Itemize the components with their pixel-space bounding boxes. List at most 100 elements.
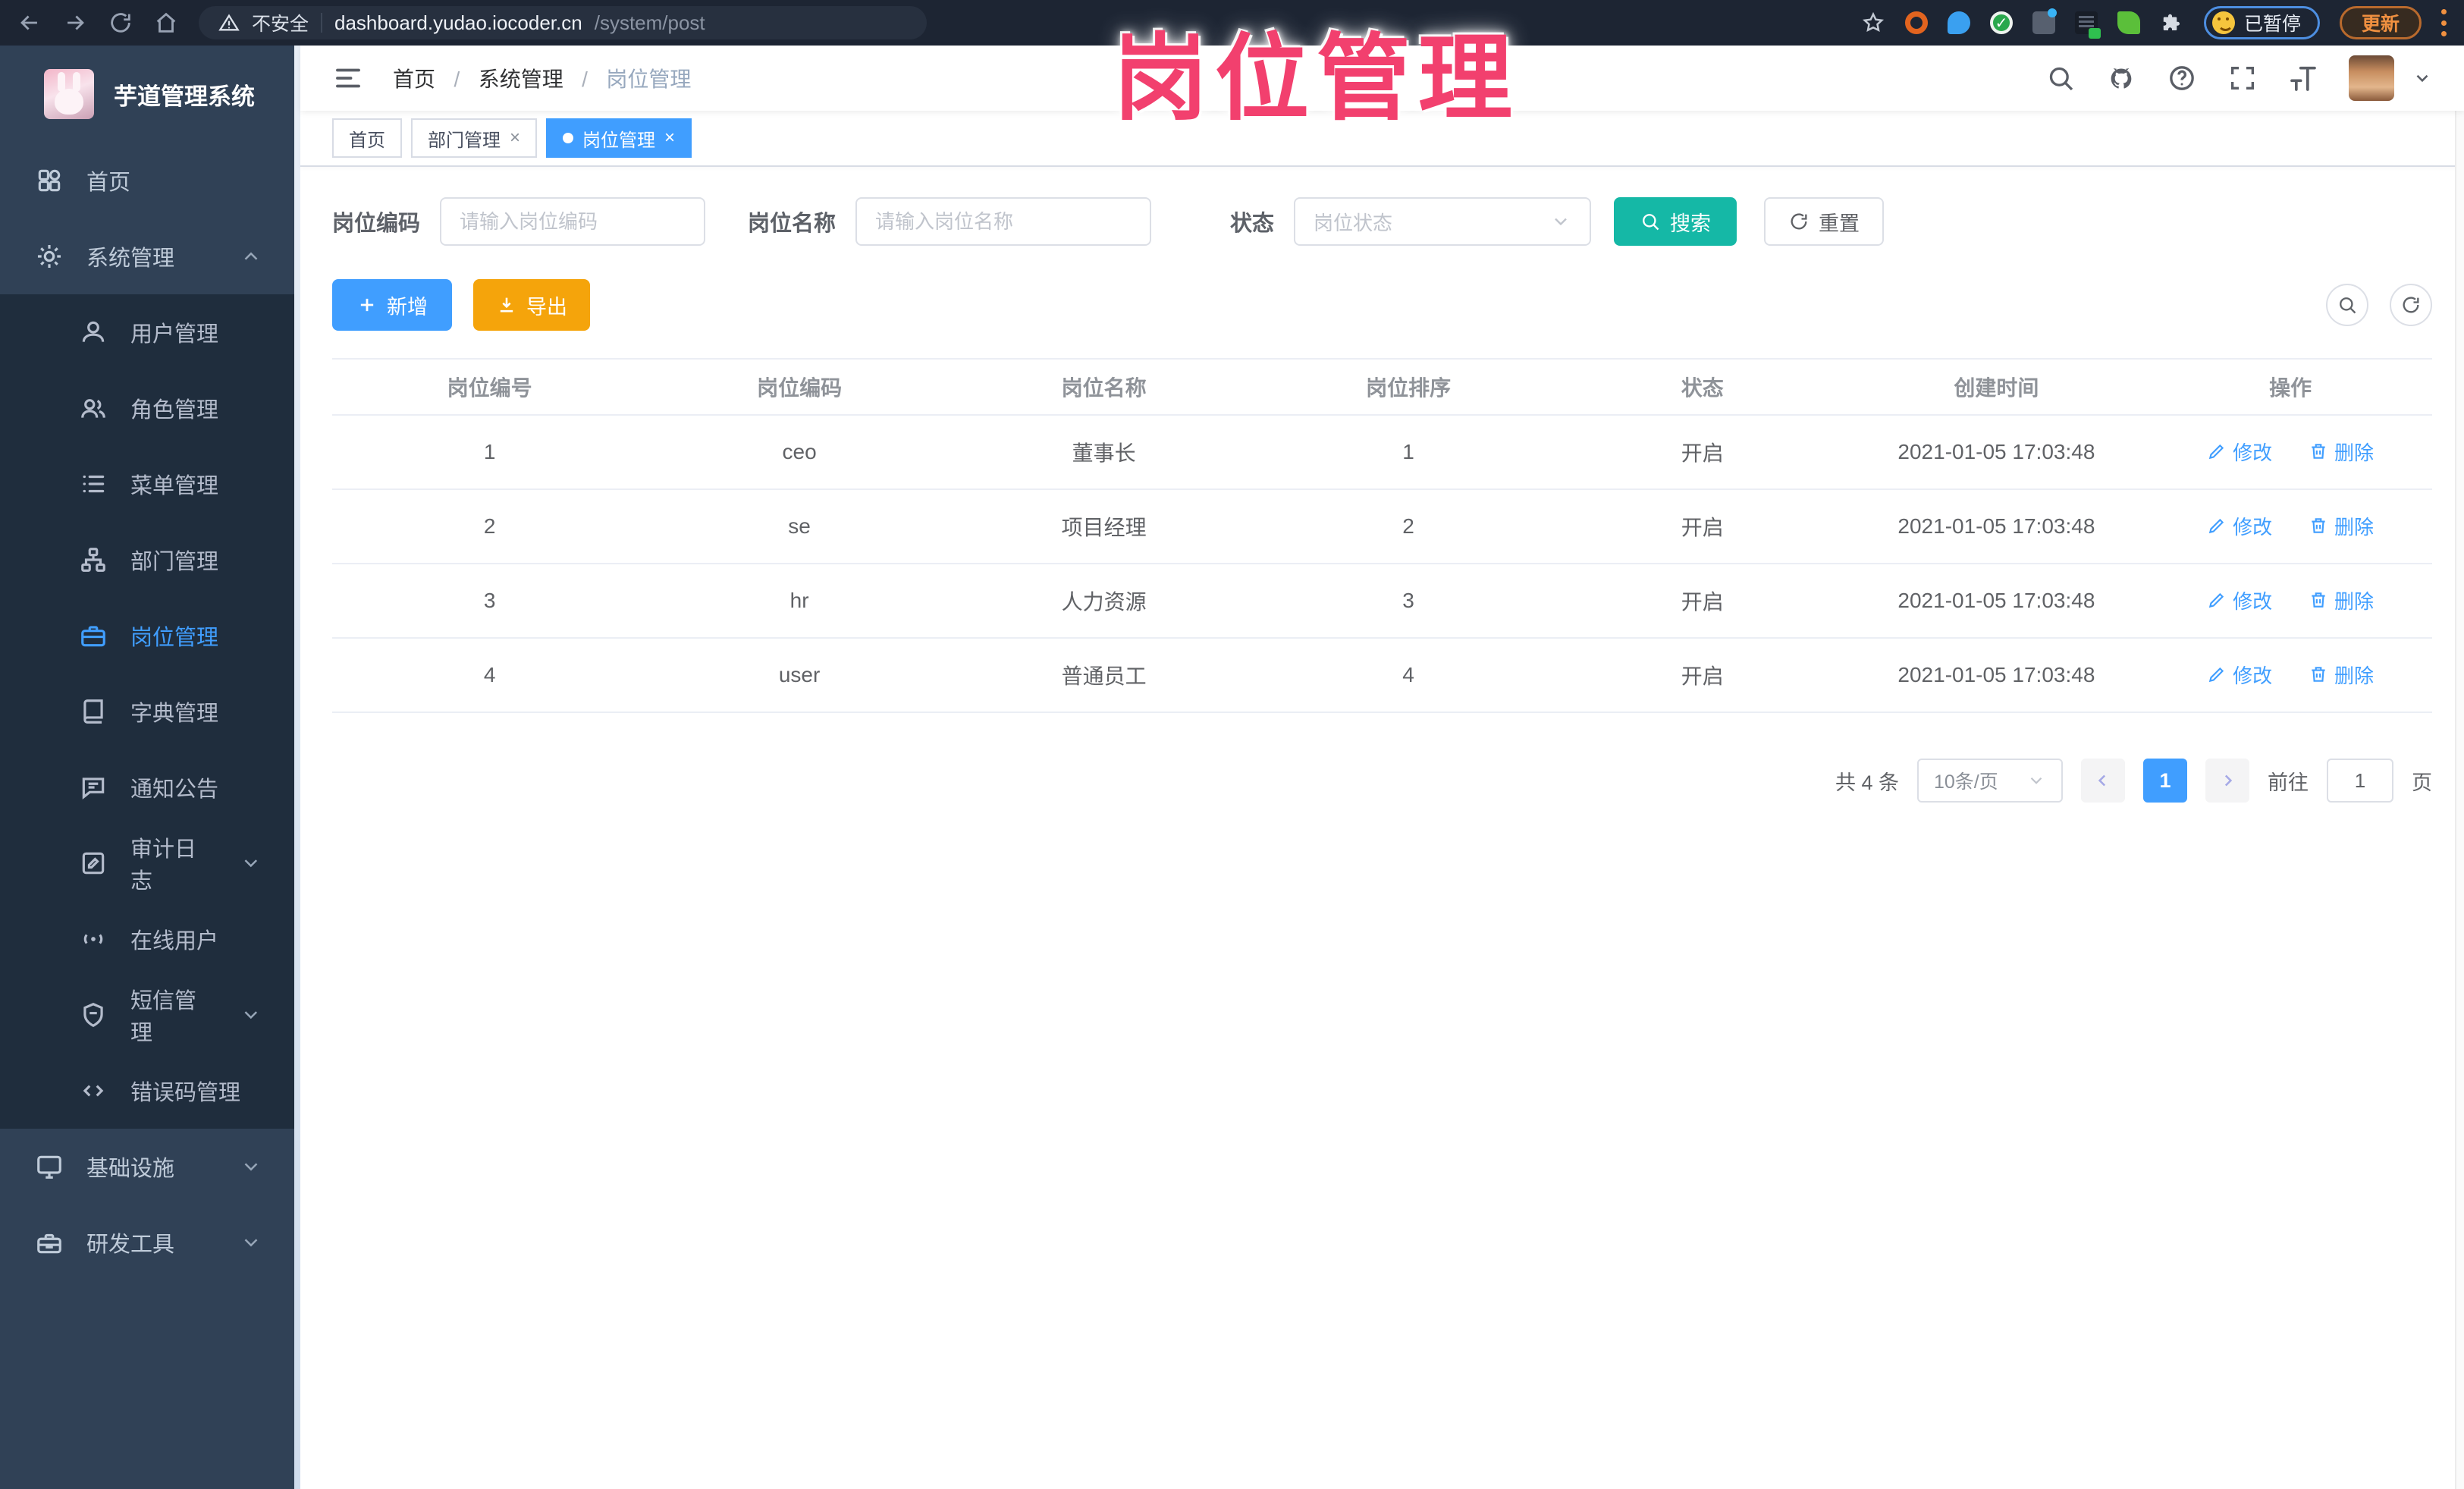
sidebar-item-notices[interactable]: 通知公告 [0,749,294,825]
user-avatar[interactable] [2349,55,2394,101]
cell-sort: 2 [1256,489,1561,564]
extension-icon[interactable]: ✓ [1989,11,2013,34]
toolbox-icon [35,1228,64,1257]
add-button[interactable]: 新增 [332,279,452,331]
monitor-icon [35,1152,64,1181]
page-scrollbar[interactable] [2455,46,2464,1489]
tab-departments[interactable]: 部门管理 × [411,118,538,158]
extension-icon[interactable] [2117,11,2140,34]
reload-icon[interactable] [108,10,133,36]
extension-icon[interactable] [1904,11,1928,34]
github-icon[interactable] [2106,63,2136,93]
extensions-puzzle-icon[interactable] [2160,11,2184,35]
page-size-select[interactable]: 10条/页 [1917,759,2063,803]
breadcrumb: 首页 / 系统管理 / 岗位管理 [393,63,691,93]
sidebar-item-sms[interactable]: 短信管理 [0,977,294,1053]
sidebar-item-dictionary[interactable]: 字典管理 [0,674,294,749]
sidebar-item-label: 系统管理 [86,247,175,271]
chevron-down-icon [240,852,262,875]
font-size-icon[interactable] [2288,63,2318,93]
sidebar-item-roles[interactable]: 角色管理 [0,370,294,446]
help-icon[interactable] [2167,63,2197,93]
breadcrumb-system[interactable]: 系统管理 [479,68,563,91]
tab-posts[interactable]: 岗位管理 × [546,118,692,158]
search-icon[interactable] [2045,63,2076,93]
sidebar-item-devtools[interactable]: 研发工具 [0,1205,294,1280]
post-name-label: 岗位名称 [748,212,837,236]
forward-icon[interactable] [62,10,88,36]
post-name-input[interactable] [855,197,1152,246]
breadcrumb-current: 岗位管理 [606,68,692,91]
sidebar-item-infrastructure[interactable]: 基础设施 [0,1129,294,1205]
tab-label: 部门管理 [428,130,501,151]
delete-link[interactable]: 删除 [2309,512,2374,540]
goto-page-input[interactable] [2327,759,2393,803]
sidebar-item-departments[interactable]: 部门管理 [0,522,294,598]
sidebar-item-menus[interactable]: 菜单管理 [0,446,294,522]
sidebar-item-users[interactable]: 用户管理 [0,294,294,370]
caret-down-icon[interactable] [2412,68,2432,88]
sidebar-item-home[interactable]: 首页 [0,143,294,218]
delete-link[interactable]: 删除 [2309,661,2374,689]
app-logo-row[interactable]: 芋道管理系统 [0,46,294,143]
address-bar[interactable]: 不安全 dashboard.yudao.iocoder.cn/system/po… [199,6,927,39]
chevron-down-icon [240,1155,262,1178]
fullscreen-icon[interactable] [2227,63,2258,93]
sidebar-item-label: 角色管理 [130,398,219,423]
close-icon[interactable]: × [664,129,675,147]
browser-menu-icon[interactable] [2441,9,2447,36]
close-icon[interactable]: × [510,129,520,147]
edit-link[interactable]: 修改 [2207,661,2272,689]
delete-link[interactable]: 删除 [2309,438,2374,466]
browser-home-icon[interactable] [153,10,179,36]
extension-icon[interactable] [2032,8,2057,34]
reset-button[interactable]: 重置 [1764,197,1885,246]
next-page-button[interactable] [2205,759,2249,803]
sidebar-item-error-codes[interactable]: 错误码管理 [0,1053,294,1129]
edit-link[interactable]: 修改 [2207,512,2272,540]
hamburger-icon[interactable] [332,62,364,94]
cell-name: 普通员工 [951,638,1257,713]
profile-paused-badge[interactable]: 已暂停 [2203,6,2320,39]
search-button[interactable]: 搜索 [1614,197,1737,246]
sidebar-scrollbar[interactable] [294,46,300,1489]
trash-icon [2312,518,2325,533]
col-post-code: 岗位编码 [647,359,952,416]
content-area: 岗位编码 岗位名称 状态 岗位状态 搜索 重置 [300,167,2464,1489]
breadcrumb-home[interactable]: 首页 [393,68,435,91]
announcement-icon [79,773,108,802]
security-label: 不安全 [252,14,309,35]
bookmark-star-icon[interactable] [1861,11,1885,35]
sidebar-item-label: 短信管理 [130,989,197,1045]
post-code-input[interactable] [440,197,706,246]
edit-link[interactable]: 修改 [2207,586,2272,614]
export-button[interactable]: 导出 [473,279,590,331]
cell-created: 2021-01-05 17:03:48 [1844,415,2149,490]
refresh-icon [2403,297,2419,313]
profile-emoji-icon [2211,11,2235,34]
sidebar-item-system[interactable]: 系统管理 [0,218,294,294]
briefcase-icon [79,621,108,650]
cell-actions: 修改 删除 [2149,638,2432,713]
tab-home[interactable]: 首页 [332,118,402,158]
refresh-table-button[interactable] [2390,284,2432,326]
prev-page-button[interactable] [2081,759,2125,803]
sidebar-item-audit-log[interactable]: 审计日志 [0,825,294,901]
cell-status: 开启 [1560,415,1844,490]
extension-icon[interactable] [1947,11,1970,34]
sidebar-item-posts[interactable]: 岗位管理 [0,598,294,674]
update-button[interactable]: 更新 [2339,6,2422,39]
extension-icon[interactable] [2074,11,2101,39]
page-number-button[interactable]: 1 [2143,759,2187,803]
delete-link[interactable]: 删除 [2309,586,2374,614]
edit-link[interactable]: 修改 [2207,438,2272,466]
app-logo [44,69,94,119]
cell-actions: 修改 删除 [2149,564,2432,639]
sidebar-item-online-users[interactable]: 在线用户 [0,901,294,977]
download-icon [500,297,513,313]
cell-status: 开启 [1560,638,1844,713]
status-select[interactable]: 岗位状态 [1294,197,1592,246]
back-icon[interactable] [17,10,42,36]
toggle-search-button[interactable] [2326,284,2368,326]
cell-id: 3 [332,564,648,639]
